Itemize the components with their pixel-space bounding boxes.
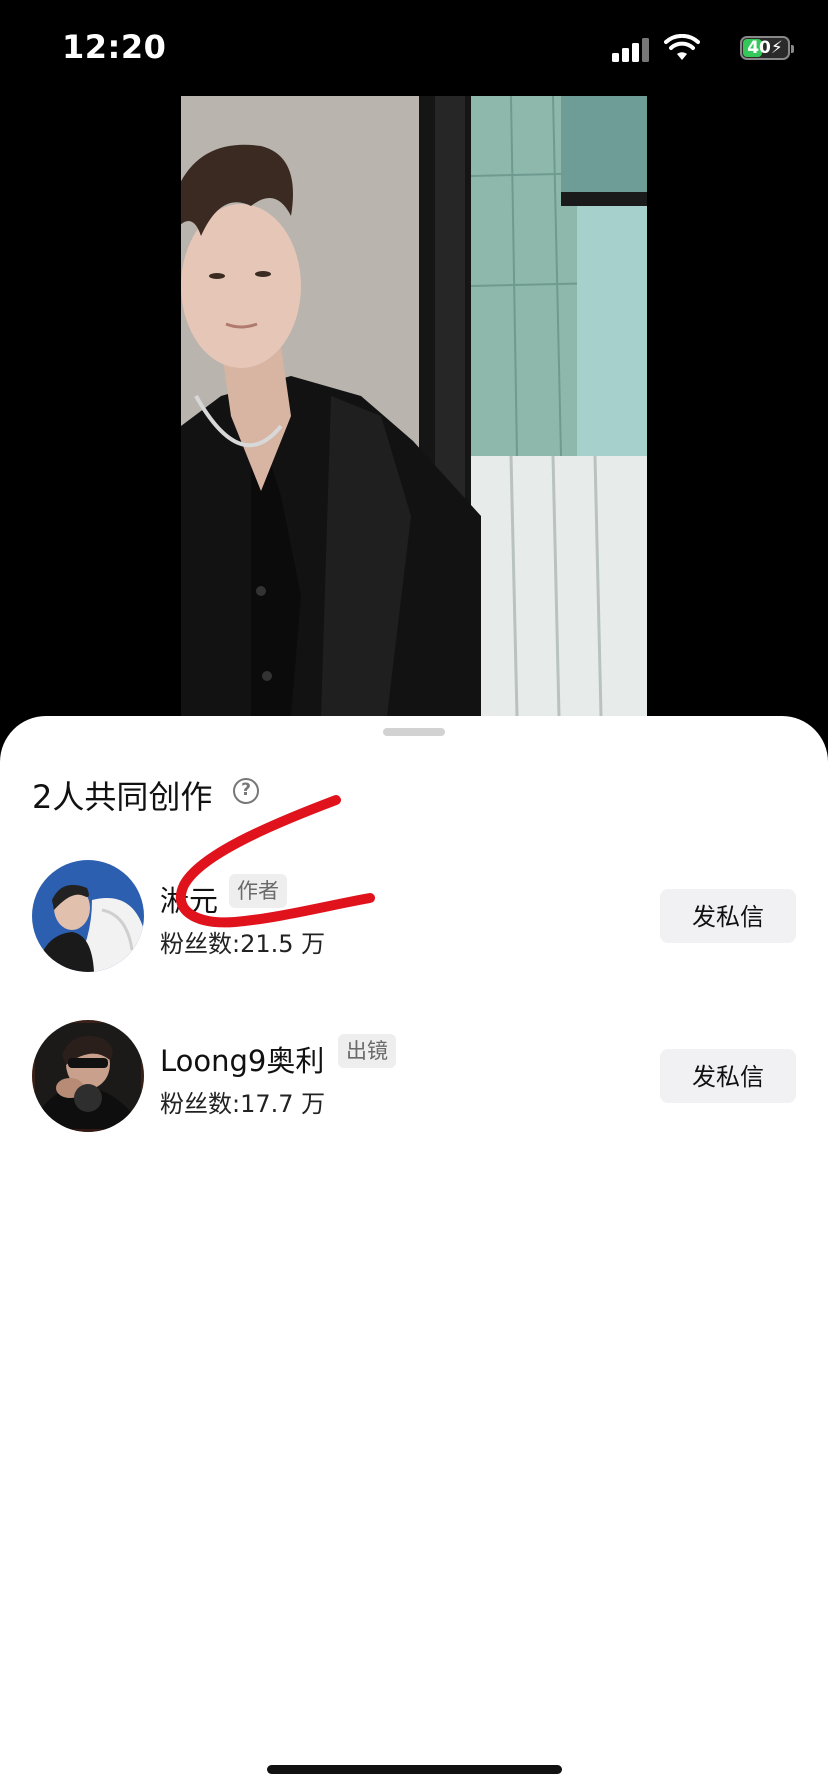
send-message-button[interactable]: 发私信: [660, 889, 796, 943]
signal-icon: [612, 38, 650, 62]
collaborators-sheet: 2人共同创作 ? 淅元 作者 粉丝数:21.5 万 发私信 Loong9奥利 出…: [0, 716, 828, 1792]
help-icon[interactable]: ?: [233, 778, 259, 804]
avatar[interactable]: [32, 1020, 144, 1132]
role-tag: 作者: [229, 874, 287, 908]
home-indicator[interactable]: [267, 1765, 562, 1774]
status-icons: 40⚡: [590, 34, 794, 64]
creator-name[interactable]: Loong9奥利: [160, 1038, 324, 1080]
avatar[interactable]: [32, 860, 144, 972]
creator-name[interactable]: 淅元: [160, 878, 218, 920]
wifi-icon: [664, 34, 700, 60]
creator-row[interactable]: 淅元 作者 粉丝数:21.5 万 发私信: [0, 860, 828, 972]
battery-charging-icon: 40⚡: [740, 36, 794, 60]
battery-level: 40: [747, 38, 771, 58]
video-frame: [181, 96, 647, 716]
sheet-title: 2人共同创作: [32, 778, 213, 816]
fan-count: 粉丝数:17.7 万: [160, 1090, 326, 1118]
status-time: 12:20: [62, 28, 167, 66]
send-message-button[interactable]: 发私信: [660, 1049, 796, 1103]
sheet-grabber[interactable]: [383, 728, 445, 736]
role-tag: 出镜: [338, 1034, 396, 1068]
fan-count: 粉丝数:21.5 万: [160, 930, 326, 958]
creator-row[interactable]: Loong9奥利 出镜 粉丝数:17.7 万 发私信: [0, 1020, 828, 1132]
video-player[interactable]: [181, 96, 647, 716]
